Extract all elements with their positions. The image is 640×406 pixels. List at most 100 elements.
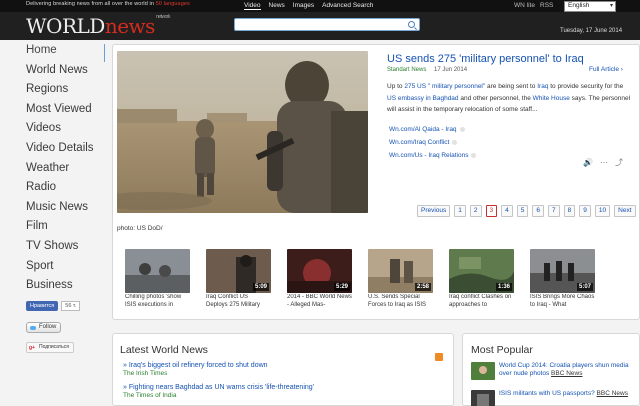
thumbnail-image[interactable]: 5:07 <box>530 249 595 293</box>
nav-item-weather[interactable]: Weather <box>26 162 106 182</box>
news-item-source[interactable]: The Times of India <box>123 392 314 399</box>
related-link-label: Wn.com/Us - Iraq Relations <box>389 152 469 159</box>
nav-item-film[interactable]: Film <box>26 220 106 240</box>
nav-item-regions[interactable]: Regions <box>26 83 106 103</box>
article-source[interactable]: Standart News <box>387 67 426 73</box>
pagination-previous[interactable]: Previous <box>417 205 451 217</box>
pagination-page[interactable]: 9 <box>579 205 591 217</box>
nav-item-video-details[interactable]: Video Details <box>26 142 106 162</box>
nav-item-tv-shows[interactable]: TV Shows <box>26 240 106 260</box>
video-thumbnail[interactable]: 1:36 Iraq conflict Clashes on approaches… <box>449 249 514 310</box>
related-link[interactable]: Wn.com/Us - Iraq Relations <box>389 149 477 162</box>
popular-item-image[interactable] <box>471 362 495 380</box>
audio-icon[interactable] <box>459 127 465 132</box>
summary-link-personnel[interactable]: 275 US " military personnel" <box>404 83 485 90</box>
top-bar: Delivering breaking news from all over t… <box>0 0 640 12</box>
thumbnail-image[interactable] <box>125 249 190 293</box>
tagline-languages-link[interactable]: 50 languages <box>156 1 190 7</box>
popular-item-text[interactable]: ISIS militants with US passports? BBC Ne… <box>499 390 640 406</box>
related-link[interactable]: Wn.com/Iraq Conflict <box>389 136 476 149</box>
full-article-link[interactable]: Full Article › <box>589 66 623 73</box>
thumbnail-caption[interactable]: Iraq conflict Clashes on approaches to <box>449 294 514 310</box>
popular-item-image[interactable] <box>471 390 495 406</box>
thumbnail-image[interactable]: 5:29 <box>287 249 352 293</box>
thumbnail-caption[interactable]: ISIS Brings More Chaos to Iraq - What <box>530 294 595 310</box>
nav-item-radio[interactable]: Radio <box>26 181 106 201</box>
thumbnail-caption[interactable]: U.S. Sends Special Forces to Iraq as ISI… <box>368 294 433 310</box>
video-duration: 5:29 <box>333 283 350 291</box>
pagination-page[interactable]: 7 <box>548 205 560 217</box>
article-title[interactable]: US sends 275 'military personnel' to Ira… <box>387 53 639 65</box>
full-article-label: Full Article <box>589 66 619 73</box>
nav-item-sport[interactable]: Sport <box>26 260 106 280</box>
more-icon[interactable]: ⋯ <box>600 158 608 167</box>
audio-icon[interactable] <box>471 153 477 158</box>
header: WORLDnewsnetwork Tuesday, 17 June 2014 <box>0 12 640 40</box>
top-nav-advanced-search[interactable]: Advanced Search <box>322 2 373 10</box>
pagination-page[interactable]: 2 <box>469 205 482 217</box>
top-nav-news[interactable]: News <box>269 2 285 10</box>
pagination-page[interactable]: 10 <box>594 205 611 217</box>
pagination-page[interactable]: 8 <box>563 205 576 217</box>
rss-icon[interactable] <box>435 353 443 361</box>
tagline-text: Delivering breaking news from all over t… <box>26 1 154 7</box>
summary-link-iraq[interactable]: Iraq <box>537 83 548 90</box>
pagination-page[interactable]: 5 <box>516 205 529 217</box>
article-date: 17 Jun 2014 <box>434 67 468 73</box>
article-meta: Standart News 17 Jun 2014 <box>387 67 467 73</box>
popular-item-source[interactable]: BBC News <box>551 370 582 377</box>
nav-item-world-news[interactable]: World News <box>26 64 106 84</box>
share-icon[interactable]: ⤴ <box>615 157 623 168</box>
featured-photo[interactable] <box>117 51 368 213</box>
facebook-like-button[interactable]: Нравится <box>26 301 59 311</box>
search-input[interactable] <box>235 25 401 37</box>
related-link[interactable]: Wn.com/Al Qaida - Iraq <box>389 123 476 136</box>
nav-item-music-news[interactable]: Music News <box>26 201 106 221</box>
language-select[interactable]: English ▾ <box>564 1 616 12</box>
nav-item-videos[interactable]: Videos <box>26 122 106 142</box>
video-thumbnail[interactable]: 5:07 ISIS Brings More Chaos to Iraq - Wh… <box>530 249 595 310</box>
top-nav-images[interactable]: Images <box>293 2 314 10</box>
twitter-follow-button[interactable]: Follow <box>26 322 62 333</box>
pagination-page[interactable]: 1 <box>454 205 466 217</box>
nav-item-business[interactable]: Business <box>26 279 106 299</box>
pagination-page[interactable]: 6 <box>532 205 545 217</box>
popular-item-source[interactable]: BBC News <box>597 390 628 397</box>
google-plus-subscribe-button[interactable]: Подписаться <box>26 342 74 353</box>
site-logo[interactable]: WORLDnewsnetwork <box>26 14 170 38</box>
pagination-page[interactable]: 4 <box>501 205 513 217</box>
video-thumbnail[interactable]: Chilling photos 'show ISIS executions in <box>125 249 190 310</box>
photo-credit: photo: US DoD/ <box>117 225 163 232</box>
news-item-title-text: Fighting nears Baghdad as UN warns crisi… <box>128 384 314 391</box>
popular-item[interactable]: ISIS militants with US passports? BBC Ne… <box>471 390 640 406</box>
wn-lite-link[interactable]: WN lite <box>514 2 535 9</box>
video-thumbnail[interactable]: 2:58 U.S. Sends Special Forces to Iraq a… <box>368 249 433 310</box>
popular-item-text[interactable]: World Cup 2014: Croatia players shun med… <box>499 362 640 380</box>
news-item-source[interactable]: The Irish Times <box>123 370 268 377</box>
thumbnail-image[interactable]: 1:36 <box>449 249 514 293</box>
top-nav-video[interactable]: Video <box>244 2 261 10</box>
thumbnail-caption[interactable]: Iraq Conflict US Deploys 275 Military <box>206 294 271 310</box>
summary-link-white-house[interactable]: White House <box>533 95 570 102</box>
audio-icon[interactable] <box>452 140 458 145</box>
news-item-title[interactable]: » Fighting nears Baghdad as UN warns cri… <box>123 384 314 391</box>
thumbnail-caption[interactable]: Chilling photos 'show ISIS executions in <box>125 294 190 310</box>
search-icon[interactable] <box>408 21 415 28</box>
popular-item[interactable]: World Cup 2014: Croatia players shun med… <box>471 362 640 380</box>
news-item-title[interactable]: » Iraq's biggest oil refinery forced to … <box>123 362 268 369</box>
video-thumbnail[interactable]: 5:29 2014 - BBC World News - Alleged Mas… <box>287 249 352 310</box>
video-thumbnail[interactable]: 5:09 Iraq Conflict US Deploys 275 Milita… <box>206 249 271 310</box>
summary-link-embassy[interactable]: US embassy in Baghdad <box>387 95 459 102</box>
pagination-next[interactable]: Next <box>614 205 636 217</box>
pagination-page-current[interactable]: 3 <box>485 205 498 217</box>
soldiers-photo <box>117 51 368 213</box>
video-duration: 2:58 <box>414 283 431 291</box>
rss-link[interactable]: RSS <box>540 2 553 9</box>
latest-world-news-panel: Latest World News » Iraq's biggest oil r… <box>112 333 454 406</box>
thumbnail-image[interactable]: 5:09 <box>206 249 271 293</box>
nav-item-most-viewed[interactable]: Most Viewed <box>26 103 106 123</box>
thumbnail-caption[interactable]: 2014 - BBC World News - Alleged Mas- <box>287 294 352 310</box>
thumbnail-image[interactable]: 2:58 <box>368 249 433 293</box>
nav-item-home[interactable]: Home <box>26 44 106 64</box>
speaker-icon[interactable]: 🔊 <box>583 158 593 167</box>
